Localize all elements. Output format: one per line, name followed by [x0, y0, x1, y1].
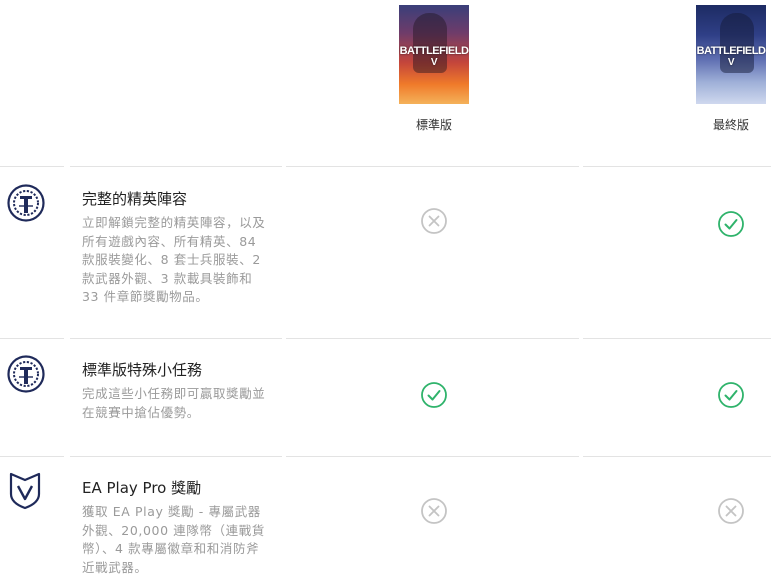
not-included-icon [421, 208, 447, 234]
not-included-icon [718, 498, 744, 524]
ultimate-edition-label: 最終版 [712, 118, 749, 132]
cover-title: BATTLEFIELD V [696, 45, 766, 69]
feature-description: 獲取 EA Play 獎勵 - 專屬武器外觀、20,000 連隊幣（連戰貨幣）、… [82, 504, 265, 575]
edition-ultimate[interactable]: BATTLEFIELD V 最終版 [695, 5, 767, 133]
v-shield-icon [9, 472, 41, 510]
edition-header: BATTLEFIELD V 標準版 BATTLEFIELD V 最終版 [0, 0, 771, 166]
divider-gap [579, 166, 583, 167]
divider-gap [282, 338, 286, 339]
divider-gap [64, 338, 70, 339]
cover-title-text: BATTLEFIELD [399, 45, 469, 57]
standard-edition-cover[interactable]: BATTLEFIELD V [399, 5, 469, 104]
divider-gap [579, 456, 583, 457]
feature-row: EA Play Pro 獎勵 獲取 EA Play 獎勵 - 專屬武器外觀、20… [0, 456, 771, 584]
feature-title: 完整的精英陣容 [82, 190, 188, 208]
eye-emblem-icon [7, 184, 45, 222]
included-check-icon [421, 382, 447, 408]
divider-gap [64, 166, 70, 167]
feature-description: 立即解鎖完整的精英陣容，以及所有遊戲內容、所有精英、84 款服裝變化、8 套士兵… [82, 215, 266, 304]
feature-row: 完整的精英陣容 立即解鎖完整的精英陣容，以及所有遊戲內容、所有精英、84 款服裝… [0, 166, 771, 339]
cover-title-text: BATTLEFIELD [696, 45, 766, 57]
edition-standard[interactable]: BATTLEFIELD V 標準版 [398, 5, 470, 133]
not-included-icon [421, 498, 447, 524]
divider-gap [64, 456, 70, 457]
feature-title: EA Play Pro 獎勵 [82, 479, 202, 497]
ultimate-edition-cover[interactable]: BATTLEFIELD V [696, 5, 766, 104]
divider-gap [282, 456, 286, 457]
divider-gap [282, 166, 286, 167]
included-check-icon [718, 382, 744, 408]
divider-gap [579, 338, 583, 339]
cover-subtitle-text: V [430, 57, 438, 68]
feature-row: 標準版特殊小任務 完成這些小任務即可贏取獎勵並在競賽中搶佔優勢。 [0, 338, 771, 457]
feature-title: 標準版特殊小任務 [82, 361, 203, 379]
included-check-icon [718, 211, 744, 237]
eye-emblem-icon [7, 355, 45, 393]
standard-edition-label: 標準版 [415, 118, 452, 132]
feature-description: 完成這些小任務即可贏取獎勵並在競賽中搶佔優勢。 [82, 386, 266, 420]
cover-title: BATTLEFIELD V [399, 45, 469, 69]
cover-subtitle-text: V [727, 57, 735, 68]
